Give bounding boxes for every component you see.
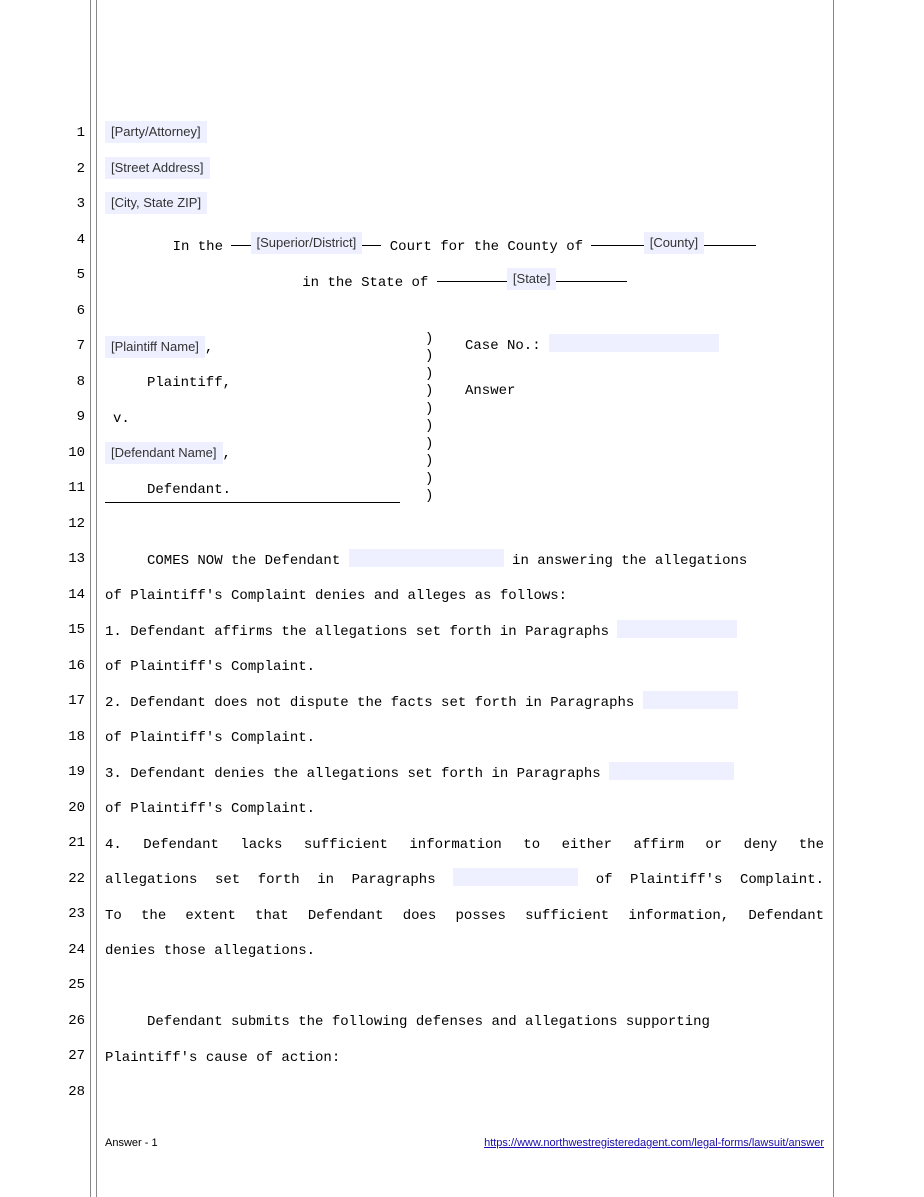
line-number: 24 — [55, 933, 85, 969]
document-title: Answer — [465, 383, 719, 401]
footer-page-label: Answer - 1 — [105, 1137, 158, 1149]
para-4-line2a: allegations set forth in Paragraphs — [105, 872, 453, 888]
county-field[interactable]: [County] — [644, 232, 704, 254]
court-type-field[interactable]: [Superior/District] — [251, 232, 363, 254]
line-number: 17 — [55, 684, 85, 720]
court-text-in-the: In the — [173, 239, 232, 255]
para-2-text: 2. Defendant does not dispute the facts … — [105, 695, 643, 711]
rule-line-inner — [96, 0, 97, 1197]
plaintiff-comma: , — [205, 340, 213, 356]
line-number: 14 — [55, 578, 85, 614]
line-number: 10 — [55, 436, 85, 472]
rule-line-outer — [90, 0, 91, 1197]
line-number: 16 — [55, 649, 85, 685]
line-number: 4 — [55, 223, 85, 259]
line-number: 19 — [55, 755, 85, 791]
line-number: 23 — [55, 897, 85, 933]
line-number: 1 — [55, 116, 85, 152]
line-number: 8 — [55, 365, 85, 401]
line-number: 25 — [55, 968, 85, 1004]
line-number: 28 — [55, 1075, 85, 1111]
line-number: 9 — [55, 400, 85, 436]
line-number: 22 — [55, 862, 85, 898]
para-4-blank[interactable] — [453, 868, 578, 886]
court-text-in-state: in the State of — [302, 275, 436, 291]
line-number: 7 — [55, 329, 85, 365]
plaintiff-label: Plaintiff, — [105, 366, 405, 402]
line-number: 26 — [55, 1004, 85, 1040]
defendant-name-blank[interactable] — [349, 549, 504, 567]
para-1-blank[interactable] — [617, 620, 737, 638]
para-1-text: 1. Defendant affirms the allegations set… — [105, 624, 617, 640]
state-field[interactable]: [State] — [507, 268, 557, 290]
para-2-blank[interactable] — [643, 691, 738, 709]
line-number: 20 — [55, 791, 85, 827]
line-number: 6 — [55, 294, 85, 330]
document-body: [Party/Attorney] [Street Address] [City,… — [105, 116, 824, 1112]
page-footer: Answer - 1 https://www.northwestregister… — [105, 1137, 824, 1149]
para-4-line3: To the extent that Defendant does posses… — [105, 899, 824, 935]
line-20-text: of Plaintiff's Complaint. — [105, 792, 824, 828]
footer-link[interactable]: https://www.northwestregisteredagent.com… — [484, 1137, 824, 1149]
line-number: 27 — [55, 1039, 85, 1075]
para-3-text: 3. Defendant denies the allegations set … — [105, 766, 609, 782]
line-18-text: of Plaintiff's Complaint. — [105, 721, 824, 757]
line-number: 13 — [55, 542, 85, 578]
line-number: 5 — [55, 258, 85, 294]
city-state-zip-field[interactable]: [City, State ZIP] — [105, 192, 207, 214]
party-attorney-field[interactable]: [Party/Attorney] — [105, 121, 207, 143]
comes-now-text-b: in answering the allegations — [504, 553, 748, 569]
street-address-field[interactable]: [Street Address] — [105, 157, 210, 179]
case-no-label: Case No.: — [465, 338, 541, 354]
defenses-intro-1: Defendant submits the following defenses… — [105, 1014, 710, 1030]
para-4-line4: denies those allegations. — [105, 934, 824, 970]
line-number: 2 — [55, 152, 85, 188]
line-14-text: of Plaintiff's Complaint denies and alle… — [105, 579, 824, 615]
line-number: 11 — [55, 471, 85, 507]
pleading-page: 1234567891011121314151617181920212223242… — [0, 0, 924, 1197]
rule-line-right — [833, 0, 834, 1197]
case-number-field[interactable] — [549, 334, 719, 352]
defendant-name-field[interactable]: [Defendant Name] — [105, 442, 223, 464]
versus-label: v. — [105, 402, 405, 438]
defenses-intro-2: Plaintiff's cause of action: — [105, 1041, 824, 1077]
line-number: 18 — [55, 720, 85, 756]
para-3-blank[interactable] — [609, 762, 734, 780]
line-number-gutter: 1234567891011121314151617181920212223242… — [55, 116, 85, 1110]
para-4-line2b: of Plaintiff's Complaint. — [578, 872, 824, 888]
line-number: 12 — [55, 507, 85, 543]
court-text-for-county: Court for the County of — [390, 239, 592, 255]
line-number: 3 — [55, 187, 85, 223]
line-number: 21 — [55, 826, 85, 862]
line-16-text: of Plaintiff's Complaint. — [105, 650, 824, 686]
defendant-comma: , — [223, 446, 231, 462]
comes-now-text-a: COMES NOW the Defendant — [105, 553, 349, 569]
plaintiff-name-field[interactable]: [Plaintiff Name] — [105, 336, 205, 358]
para-4-line1: 4. Defendant lacks sufficient informatio… — [105, 828, 824, 864]
line-number: 15 — [55, 613, 85, 649]
